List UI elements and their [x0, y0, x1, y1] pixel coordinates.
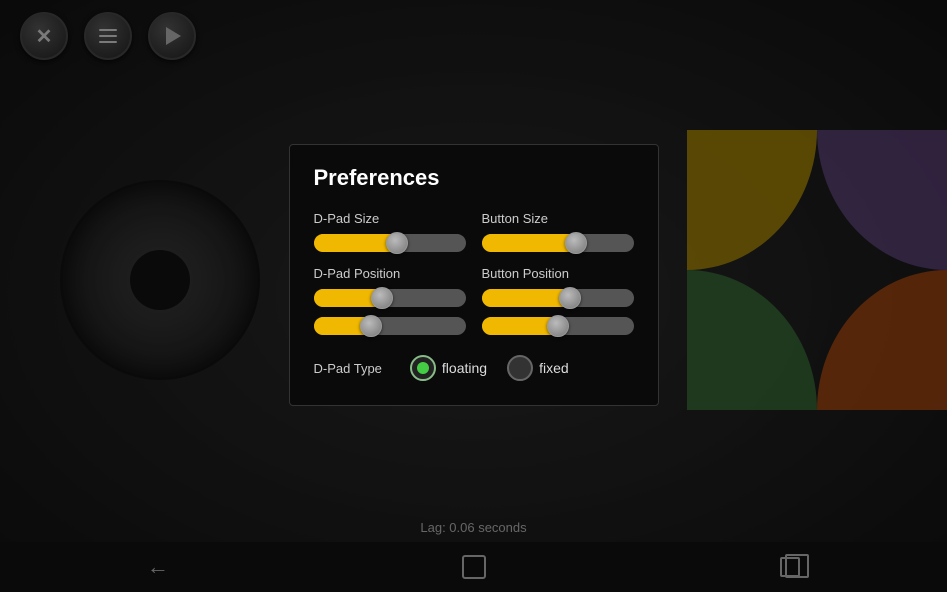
button-position-x-slider[interactable]	[482, 289, 634, 307]
button-size-thumb[interactable]	[565, 232, 587, 254]
dpad-position-x-slider[interactable]	[314, 289, 466, 307]
button-size-slider[interactable]	[482, 234, 634, 252]
dpad-size-label: D-Pad Size	[314, 211, 466, 226]
dpad-position-section: D-Pad Position	[314, 266, 466, 345]
dpad-position-y-slider[interactable]	[314, 317, 466, 335]
floating-option[interactable]: floating	[410, 355, 487, 381]
dpad-size-fill	[314, 234, 398, 252]
button-size-section: Button Size	[482, 211, 634, 262]
fixed-label: fixed	[539, 360, 569, 376]
preferences-grid: D-Pad Size Button Size D-Pad Position	[314, 211, 634, 345]
dpad-position-label: D-Pad Position	[314, 266, 466, 281]
dpad-size-thumb[interactable]	[386, 232, 408, 254]
dpad-type-label: D-Pad Type	[314, 361, 382, 376]
button-size-fill	[482, 234, 576, 252]
dpad-position-y-thumb[interactable]	[360, 315, 382, 337]
fixed-radio[interactable]	[507, 355, 533, 381]
floating-radio-dot	[417, 362, 429, 374]
button-position-y-thumb[interactable]	[547, 315, 569, 337]
button-size-label: Button Size	[482, 211, 634, 226]
button-position-y-slider[interactable]	[482, 317, 634, 335]
modal-title: Preferences	[314, 165, 634, 191]
button-position-x-thumb[interactable]	[559, 287, 581, 309]
dpad-position-x-thumb[interactable]	[371, 287, 393, 309]
dpad-type-row: D-Pad Type floating fixed	[314, 355, 634, 381]
dpad-size-slider[interactable]	[314, 234, 466, 252]
button-position-x-fill	[482, 289, 570, 307]
preferences-modal: Preferences D-Pad Size Button Size D-Pad…	[289, 144, 659, 406]
button-position-section: Button Position	[482, 266, 634, 345]
floating-label: floating	[442, 360, 487, 376]
fixed-option[interactable]: fixed	[507, 355, 569, 381]
dpad-size-section: D-Pad Size	[314, 211, 466, 262]
button-position-label: Button Position	[482, 266, 634, 281]
floating-radio[interactable]	[410, 355, 436, 381]
